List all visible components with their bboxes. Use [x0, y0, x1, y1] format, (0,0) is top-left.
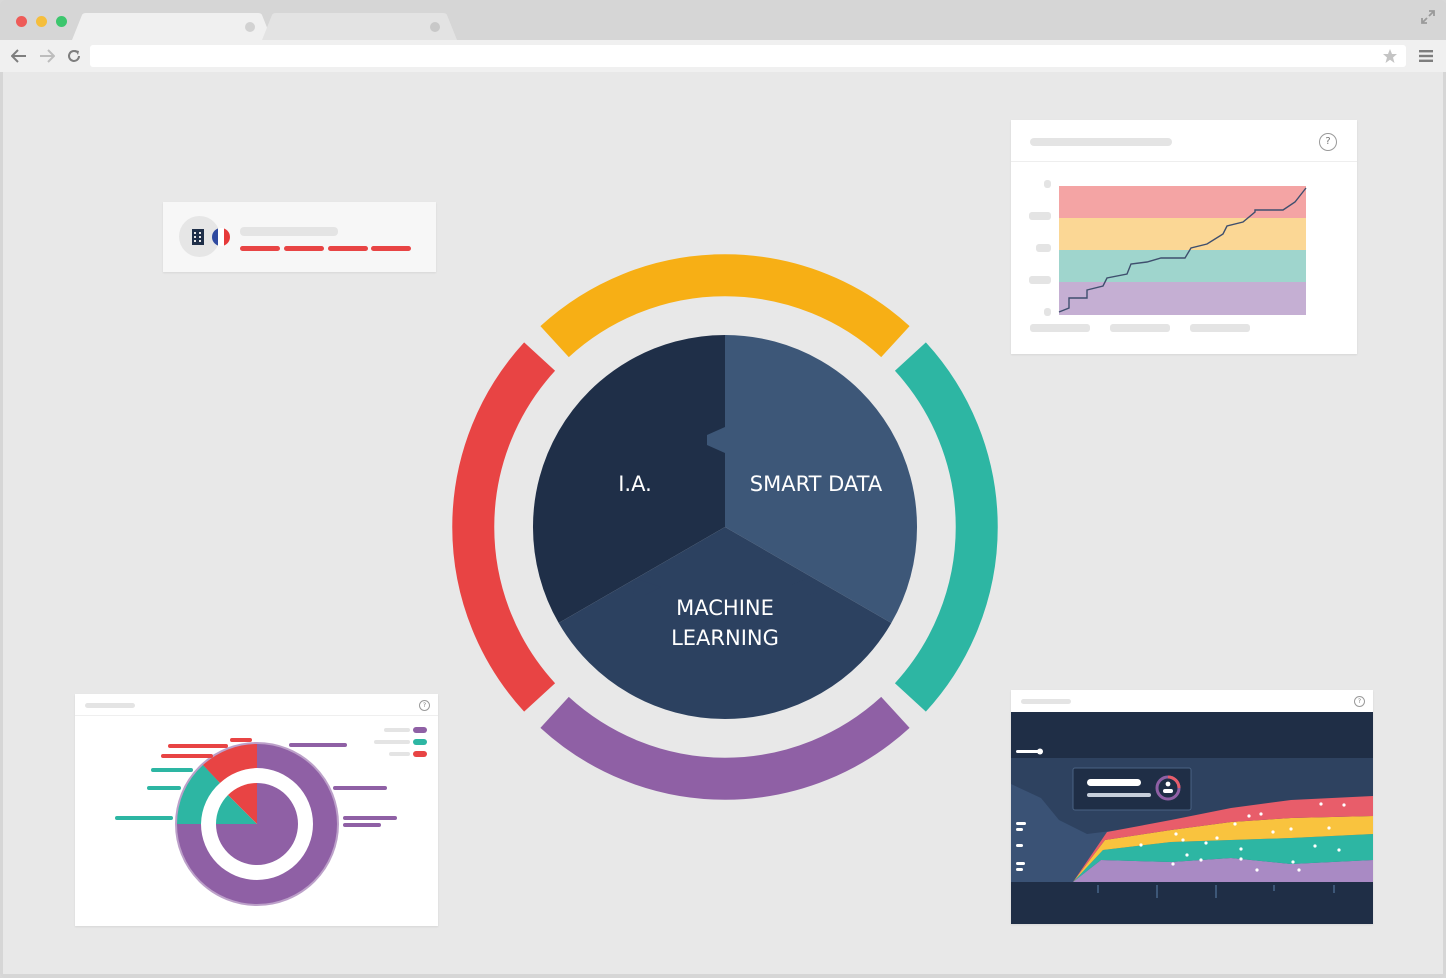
x-tick [1273, 885, 1275, 891]
card-title-placeholder [1030, 138, 1172, 146]
legend-text-placeholder [389, 752, 410, 756]
zoom-slider-track [1016, 750, 1040, 753]
x-tick-placeholder [1110, 324, 1170, 332]
maximize-window-button[interactable] [56, 16, 67, 27]
rating-segment [328, 246, 368, 251]
donut-label-bar [168, 744, 228, 748]
legend-text-placeholder [384, 728, 410, 732]
donut-chart [115, 727, 427, 906]
reload-icon[interactable] [66, 48, 82, 64]
y-tick-placeholder [1036, 244, 1051, 252]
donut-label-bar [230, 738, 252, 742]
donut-label-bar [333, 786, 387, 790]
close-window-button[interactable] [16, 16, 27, 27]
card-title-placeholder [85, 703, 135, 708]
y-tick [1016, 844, 1023, 847]
minimize-window-button[interactable] [36, 16, 47, 27]
donut-label-bar [289, 743, 347, 747]
donut-label-bar [115, 816, 173, 820]
help-icon[interactable]: ? [1354, 696, 1365, 707]
stream-chart-axis-band [1011, 882, 1373, 924]
legend-swatch [413, 751, 427, 757]
donut-label-bar [343, 823, 381, 827]
stream-chart-card: ? [1011, 690, 1373, 924]
x-tick [1097, 885, 1099, 893]
label-learning: LEARNING [671, 626, 779, 650]
line-chart-card: ? [1011, 120, 1357, 354]
company-card [163, 202, 436, 272]
chart-band-teal [1059, 250, 1306, 282]
line-chart [1029, 180, 1307, 332]
x-tick-placeholder [1190, 324, 1250, 332]
chart-band-red [1059, 186, 1306, 218]
rating-segment [240, 246, 280, 251]
y-tick [1016, 822, 1026, 825]
browser-tab-active[interactable] [72, 13, 272, 40]
legend-text-placeholder [374, 740, 410, 744]
rating-segment [284, 246, 324, 251]
company-name-placeholder [240, 227, 338, 236]
tab-close-icon[interactable] [245, 22, 255, 32]
user-icon [1165, 781, 1171, 787]
y-tick-placeholder [1044, 308, 1051, 316]
donut-label-bar [343, 816, 397, 820]
donut-label-bar [147, 786, 181, 790]
star-icon[interactable] [1382, 48, 1398, 64]
label-machine: MACHINE [676, 596, 774, 620]
central-diagram: I.A. SMART DATA MACHINE LEARNING [452, 254, 998, 800]
y-tick [1016, 862, 1025, 865]
stream-chart [1011, 712, 1373, 924]
inner-pie [532, 335, 918, 720]
browser-toolbar [0, 40, 1446, 72]
x-tick [1215, 885, 1217, 898]
help-icon[interactable]: ? [1319, 133, 1337, 151]
address-bar[interactable] [90, 45, 1406, 67]
x-tick [1333, 885, 1335, 893]
ring-arc-top [540, 254, 910, 358]
chart-band-purple [1059, 282, 1306, 315]
ring-arc-left [452, 342, 556, 712]
y-tick [1016, 828, 1023, 831]
donut-label-bar [151, 768, 193, 772]
zoom-slider-handle[interactable] [1037, 748, 1043, 755]
legend-swatch [413, 739, 427, 745]
chart-band-yellow [1059, 218, 1306, 250]
help-icon[interactable]: ? [419, 700, 430, 711]
back-arrow-icon[interactable] [11, 49, 27, 63]
building-icon [192, 229, 204, 245]
x-tick [1156, 885, 1158, 898]
expand-icon[interactable] [1420, 9, 1436, 25]
y-tick-placeholder [1029, 212, 1051, 220]
label-ia: I.A. [618, 472, 652, 496]
legend-swatch [413, 727, 427, 733]
ring-arc-right [894, 342, 998, 712]
y-tick [1016, 868, 1023, 871]
browser-window: ? I.A. SMART DATA MACHINE LEARNING ? ? [0, 0, 1446, 978]
hamburger-icon[interactable] [1419, 49, 1433, 63]
chart-tooltip [1072, 767, 1192, 811]
y-tick-placeholder [1029, 276, 1051, 284]
donut-chart-card: ? [75, 694, 438, 926]
y-tick-placeholder [1044, 180, 1051, 188]
ring-arc-bottom [540, 696, 910, 800]
browser-titlebar [0, 0, 1446, 40]
browser-tab-inactive[interactable] [262, 13, 457, 40]
rating-segment [371, 246, 411, 251]
label-smart-data: SMART DATA [750, 472, 883, 496]
france-flag-icon [212, 228, 230, 246]
donut-label-bar [161, 754, 213, 758]
page-viewport: ? I.A. SMART DATA MACHINE LEARNING ? ? [3, 72, 1443, 974]
forward-arrow-icon[interactable] [39, 49, 55, 63]
tab-close-icon[interactable] [430, 22, 440, 32]
x-tick-placeholder [1030, 324, 1090, 332]
card-title-placeholder [1021, 699, 1071, 704]
